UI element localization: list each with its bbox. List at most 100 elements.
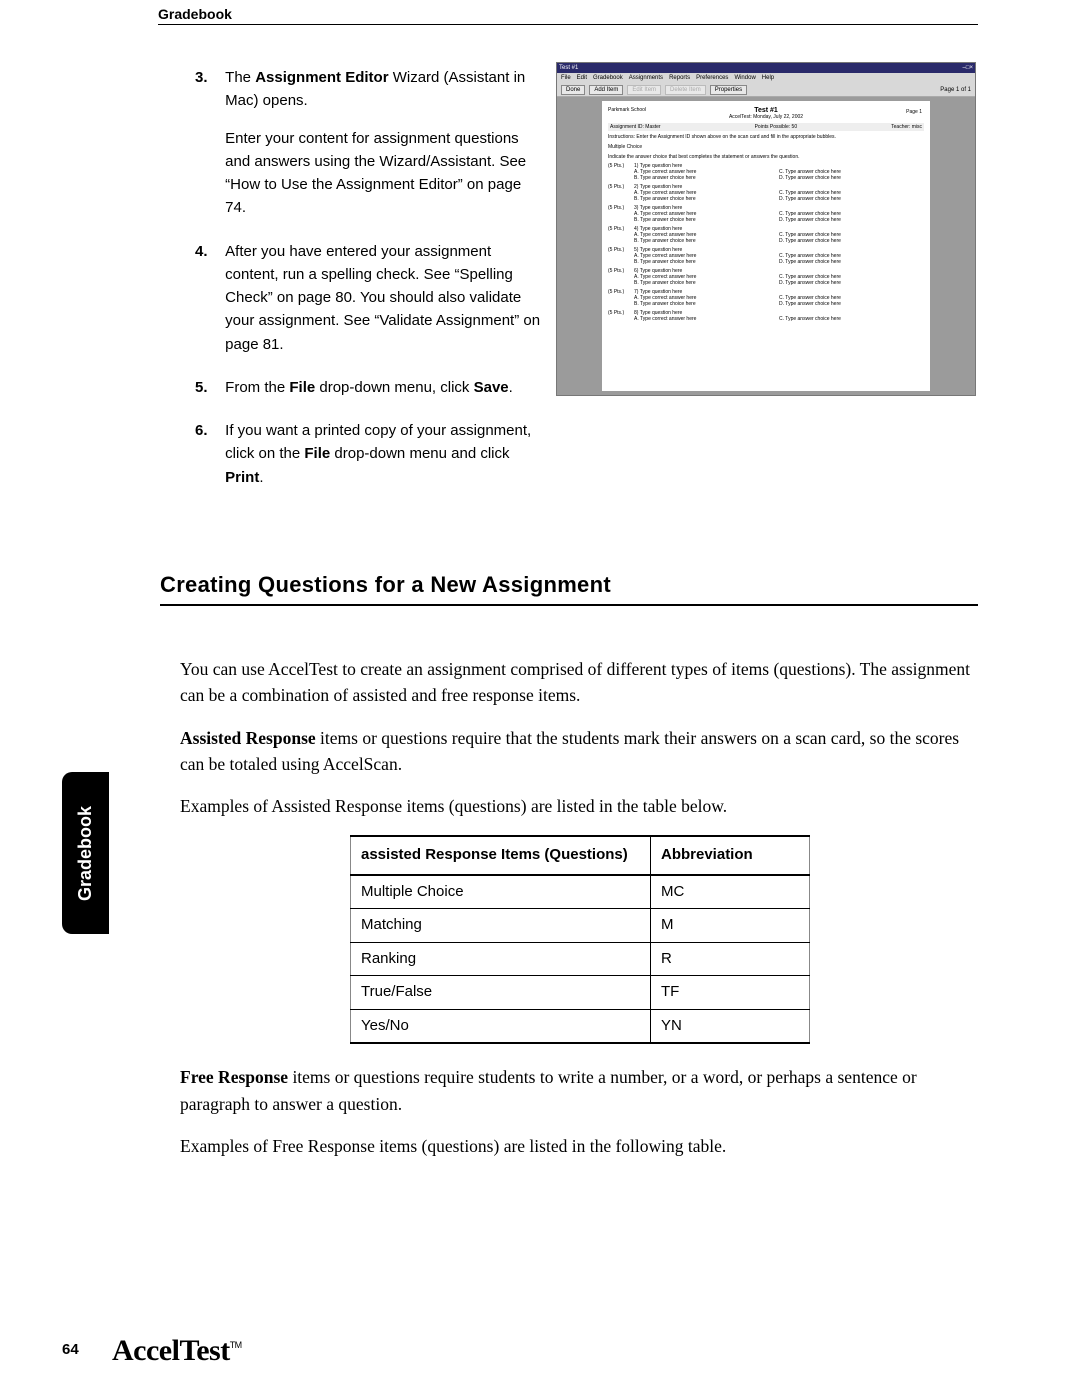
- doc-opt-b: B. Type answer choice here: [634, 301, 779, 307]
- assisted-label: Assisted Response: [180, 728, 316, 748]
- doc-qcol: 8) Type question hereA. Type correct ans…: [634, 310, 924, 322]
- text-bold: Save: [474, 379, 509, 396]
- assisted-response-table: assisted Response Items (Questions) Abbr…: [350, 835, 810, 1044]
- menu-window: Window: [734, 75, 755, 81]
- doc-opt-c: C. Type answer choice here: [779, 316, 924, 322]
- page-header-title: Gradebook: [158, 6, 232, 22]
- doc-opt-b: B. Type answer choice here: [634, 175, 779, 181]
- doc-opt-d: D. Type answer choice here: [779, 175, 924, 181]
- text: The: [225, 69, 255, 86]
- doc-opts: B. Type answer choice hereD. Type answer…: [634, 238, 924, 244]
- window-controls-icon: –□×: [963, 65, 973, 71]
- doc-qcol: 5) Type question hereA. Type correct ans…: [634, 247, 924, 265]
- doc-pts: (5 Pts.): [608, 268, 634, 286]
- right-gutter: [930, 97, 975, 395]
- table-header-items: assisted Response Items (Questions): [351, 836, 651, 875]
- side-tab-label: Gradebook: [75, 805, 96, 900]
- doc-qcol: 2) Type question hereA. Type correct ans…: [634, 184, 924, 202]
- doc-pts: (5 Pts.): [608, 289, 634, 307]
- menu-edit: Edit: [577, 75, 587, 81]
- doc-qcol: 4) Type question hereA. Type correct ans…: [634, 226, 924, 244]
- free-label: Free Response: [180, 1067, 288, 1087]
- table-row: MatchingM: [351, 909, 810, 943]
- cell: MC: [651, 875, 810, 909]
- doc-meta-row: Assignment ID: Master Points Possible: 5…: [608, 123, 924, 131]
- text: drop-down menu, click: [315, 379, 473, 396]
- assisted-paragraph: Assisted Response items or questions req…: [180, 725, 980, 778]
- doc-pts: (5 Pts.): [608, 184, 634, 202]
- doc-pts: (5 Pts.): [608, 205, 634, 223]
- side-tab: Gradebook: [62, 772, 109, 934]
- doc-qcol: 1) Type question hereA. Type correct ans…: [634, 163, 924, 181]
- doc-qcol: 6) Type question hereA. Type correct ans…: [634, 268, 924, 286]
- menu-assignments: Assignments: [629, 75, 663, 81]
- toolbar: Done Add Item Edit Item Delete Item Prop…: [557, 83, 975, 97]
- examples-assisted: Examples of Assisted Response items (que…: [180, 793, 980, 819]
- logo-text: AccelTest: [112, 1334, 230, 1367]
- text-bold: Assignment Editor: [255, 69, 388, 86]
- header-rule: [158, 24, 978, 25]
- table-row: Yes/NoYN: [351, 1009, 810, 1043]
- table-header-row: assisted Response Items (Questions) Abbr…: [351, 836, 810, 875]
- menu-preferences: Preferences: [696, 75, 728, 81]
- doc-question: (5 Pts.)1) Type question hereA. Type cor…: [608, 163, 924, 181]
- doc-question: (5 Pts.)8) Type question hereA. Type cor…: [608, 310, 924, 322]
- doc-question: (5 Pts.)7) Type question hereA. Type cor…: [608, 289, 924, 307]
- doc-opt-d: D. Type answer choice here: [779, 217, 924, 223]
- text: .: [509, 379, 513, 396]
- text: drop-down menu and click: [330, 445, 509, 462]
- menu-help: Help: [762, 75, 774, 81]
- cell: True/False: [351, 976, 651, 1010]
- window-title: Test #1: [559, 65, 578, 71]
- cell: Ranking: [351, 942, 651, 976]
- menu-gradebook: Gradebook: [593, 75, 623, 81]
- cell: R: [651, 942, 810, 976]
- delete-item-button: Delete Item: [665, 85, 706, 95]
- doc-question: (5 Pts.)6) Type question hereA. Type cor…: [608, 268, 924, 286]
- doc-opts: B. Type answer choice hereD. Type answer…: [634, 301, 924, 307]
- step-number: 6.: [195, 419, 221, 442]
- doc-opts: B. Type answer choice hereD. Type answer…: [634, 280, 924, 286]
- examples-free: Examples of Free Response items (questio…: [180, 1133, 980, 1159]
- doc-opt-b: B. Type answer choice here: [634, 280, 779, 286]
- step-6: 6. If you want a printed copy of your as…: [195, 419, 550, 489]
- step-4: 4. After you have entered your assignmen…: [195, 240, 550, 356]
- step-5: 5. From the File drop-down menu, click S…: [195, 376, 550, 399]
- edit-item-button: Edit Item: [627, 85, 661, 95]
- done-button: Done: [561, 85, 585, 95]
- section-body: You can use AccelTest to create an assig…: [180, 656, 980, 1175]
- step-body: If you want a printed copy of your assig…: [225, 419, 545, 489]
- doc-opts: B. Type answer choice hereD. Type answer…: [634, 175, 924, 181]
- doc-pts: (5 Pts.): [608, 310, 634, 322]
- doc-pts: (5 Pts.): [608, 247, 634, 265]
- doc-opt-d: D. Type answer choice here: [779, 259, 924, 265]
- cell: YN: [651, 1009, 810, 1043]
- step-body: The Assignment Editor Wizard (Assistant …: [225, 66, 545, 220]
- doc-opts: B. Type answer choice hereD. Type answer…: [634, 196, 924, 202]
- footer-logo: AccelTestTM: [112, 1334, 242, 1368]
- doc-page: Page 1: [906, 109, 922, 115]
- doc-opt-b: B. Type answer choice here: [634, 217, 779, 223]
- trademark-icon: TM: [230, 1340, 242, 1350]
- table-header-abbrev: Abbreviation: [651, 836, 810, 875]
- doc-opts: B. Type answer choice hereD. Type answer…: [634, 217, 924, 223]
- cell: Multiple Choice: [351, 875, 651, 909]
- doc-opt-b: B. Type answer choice here: [634, 196, 779, 202]
- text-bold: File: [289, 379, 315, 396]
- doc-question: (5 Pts.)4) Type question hereA. Type cor…: [608, 226, 924, 244]
- doc-opt-d: D. Type answer choice here: [779, 238, 924, 244]
- cell: Matching: [351, 909, 651, 943]
- doc-opts: A. Type correct answer hereC. Type answe…: [634, 316, 924, 322]
- text-bold: File: [304, 445, 330, 462]
- page-number: 64: [62, 1341, 79, 1358]
- doc-pts: (5 Pts.): [608, 226, 634, 244]
- window-titlebar: Test #1 –□×: [557, 63, 975, 73]
- text: .: [259, 469, 263, 486]
- screenshot-body: Page 1 Parkmark School Test #1 AccelTest…: [557, 97, 975, 395]
- step-body: From the File drop-down menu, click Save…: [225, 376, 545, 399]
- doc-teacher: Teacher: misc: [891, 124, 922, 130]
- doc-assignment-id: Assignment ID: Master: [610, 124, 661, 130]
- doc-opt-d: D. Type answer choice here: [779, 280, 924, 286]
- cell: Yes/No: [351, 1009, 651, 1043]
- doc-title: Test #1: [608, 107, 924, 114]
